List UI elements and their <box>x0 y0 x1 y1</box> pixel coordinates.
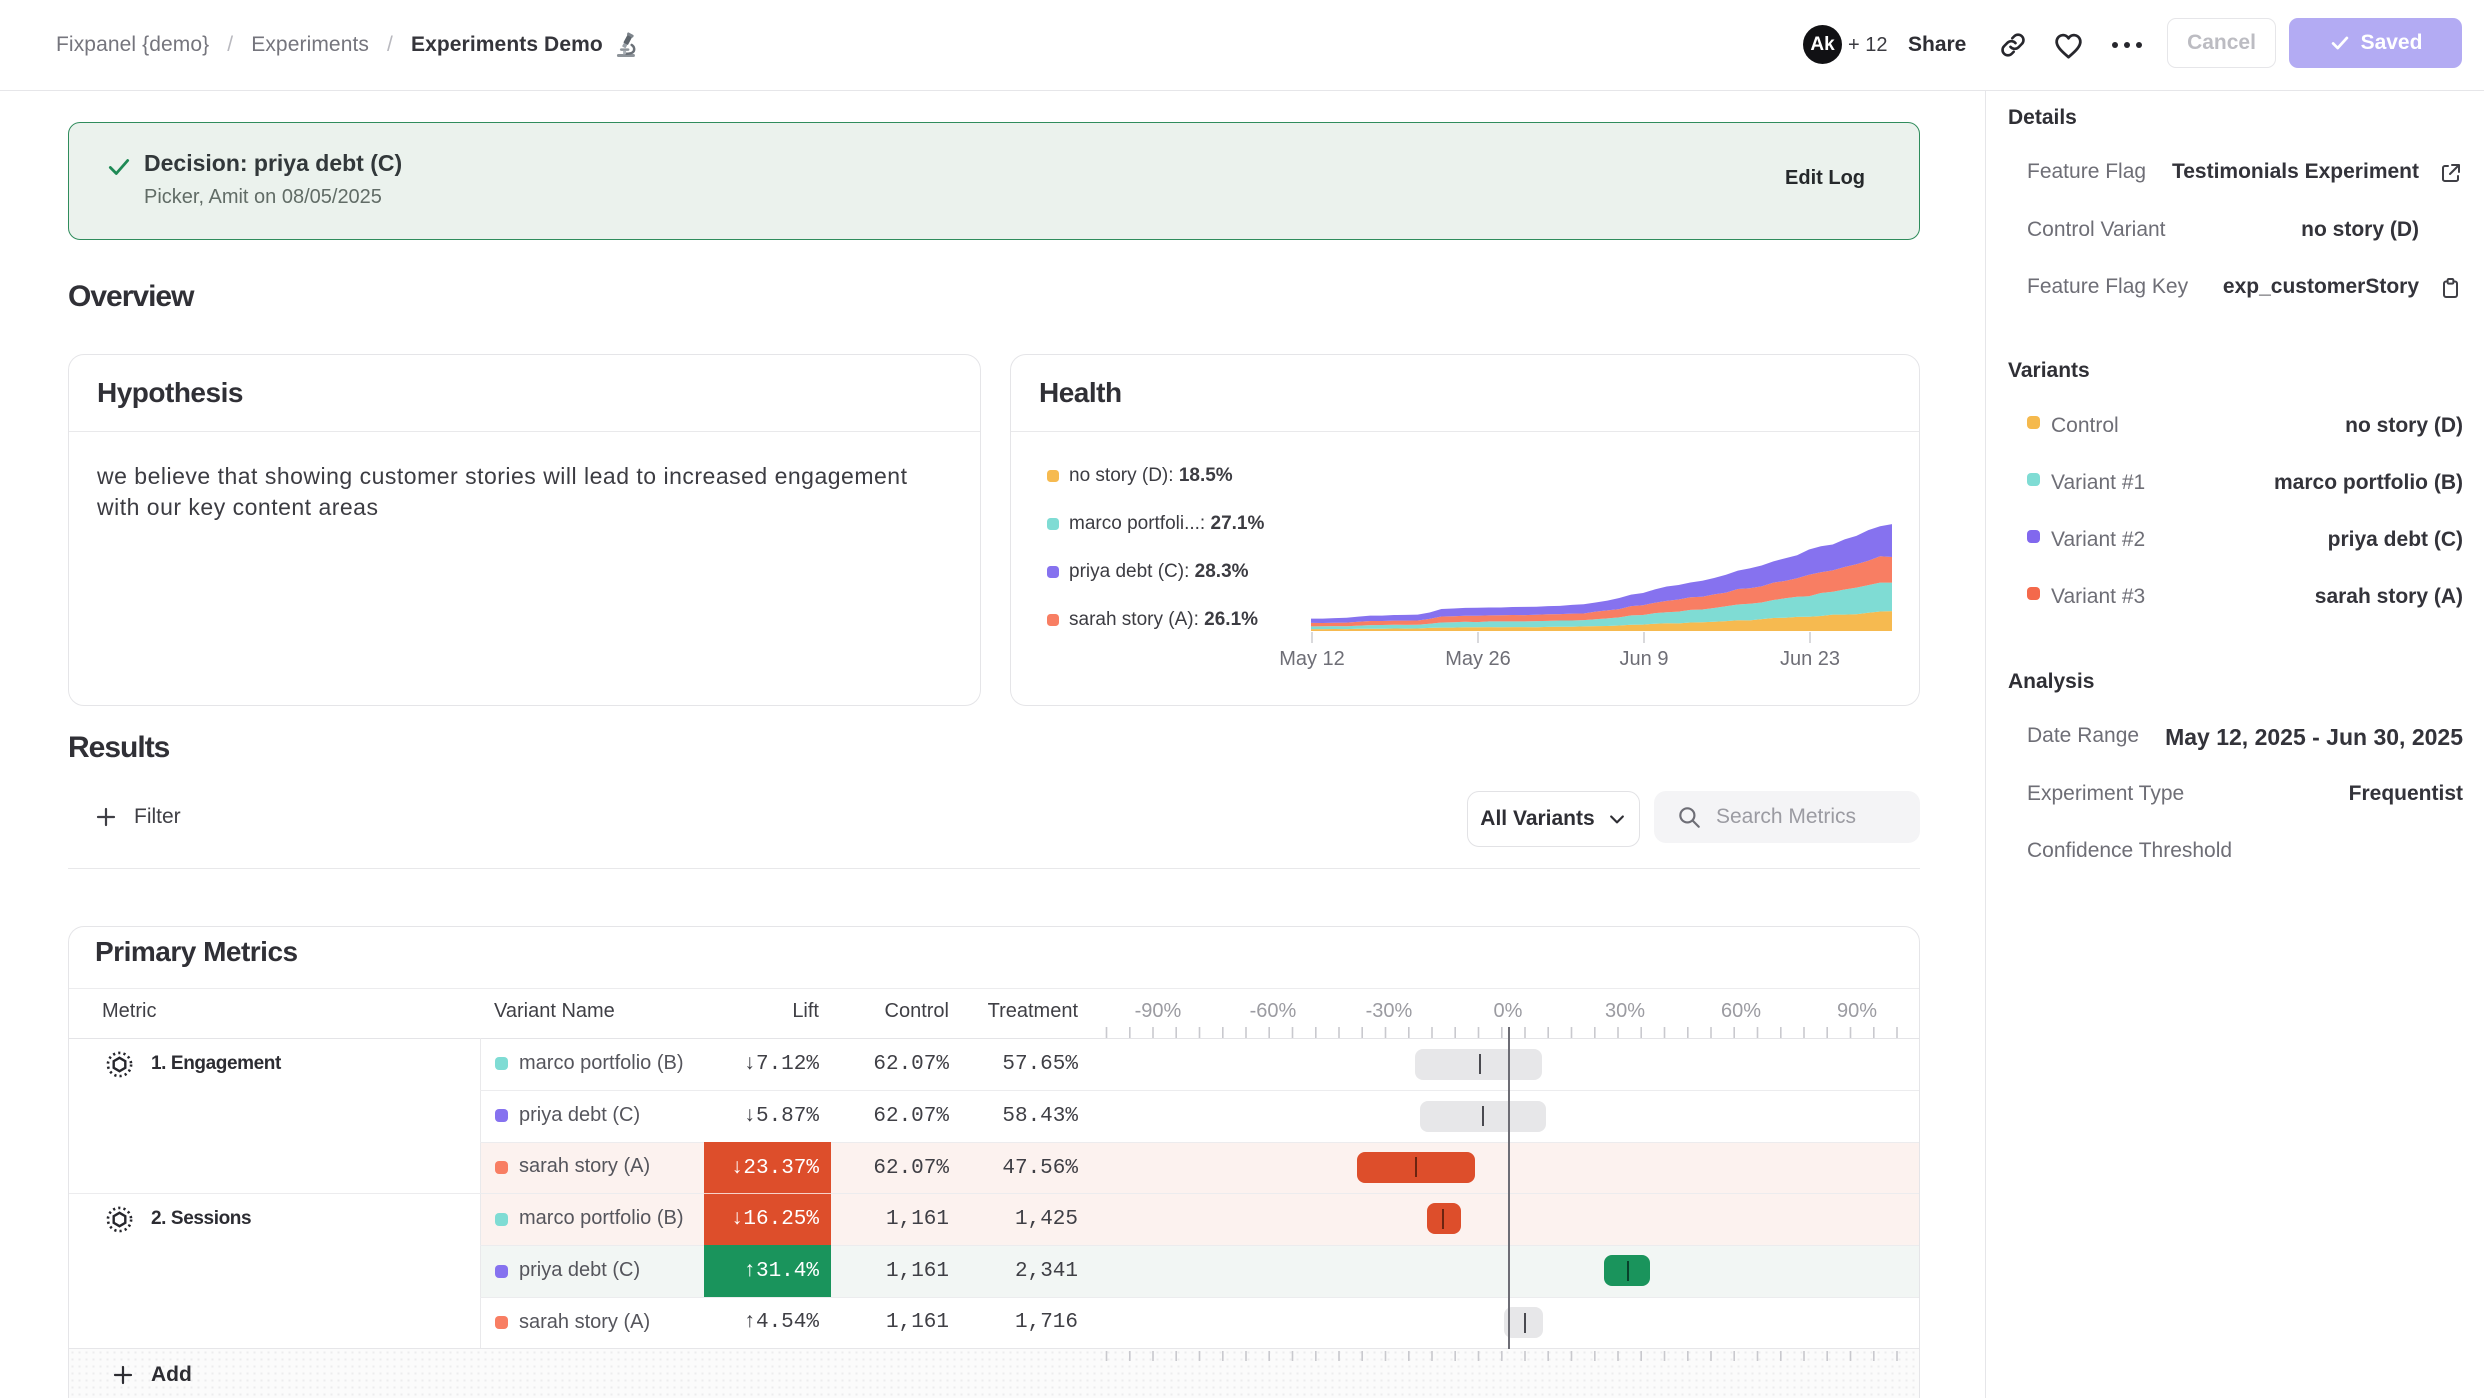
svg-text:May 26: May 26 <box>1445 648 1511 670</box>
svg-text:May 12: May 12 <box>1279 648 1345 670</box>
svg-text:Jun 9: Jun 9 <box>1620 648 1669 670</box>
svg-text:Jun 23: Jun 23 <box>1780 648 1840 670</box>
